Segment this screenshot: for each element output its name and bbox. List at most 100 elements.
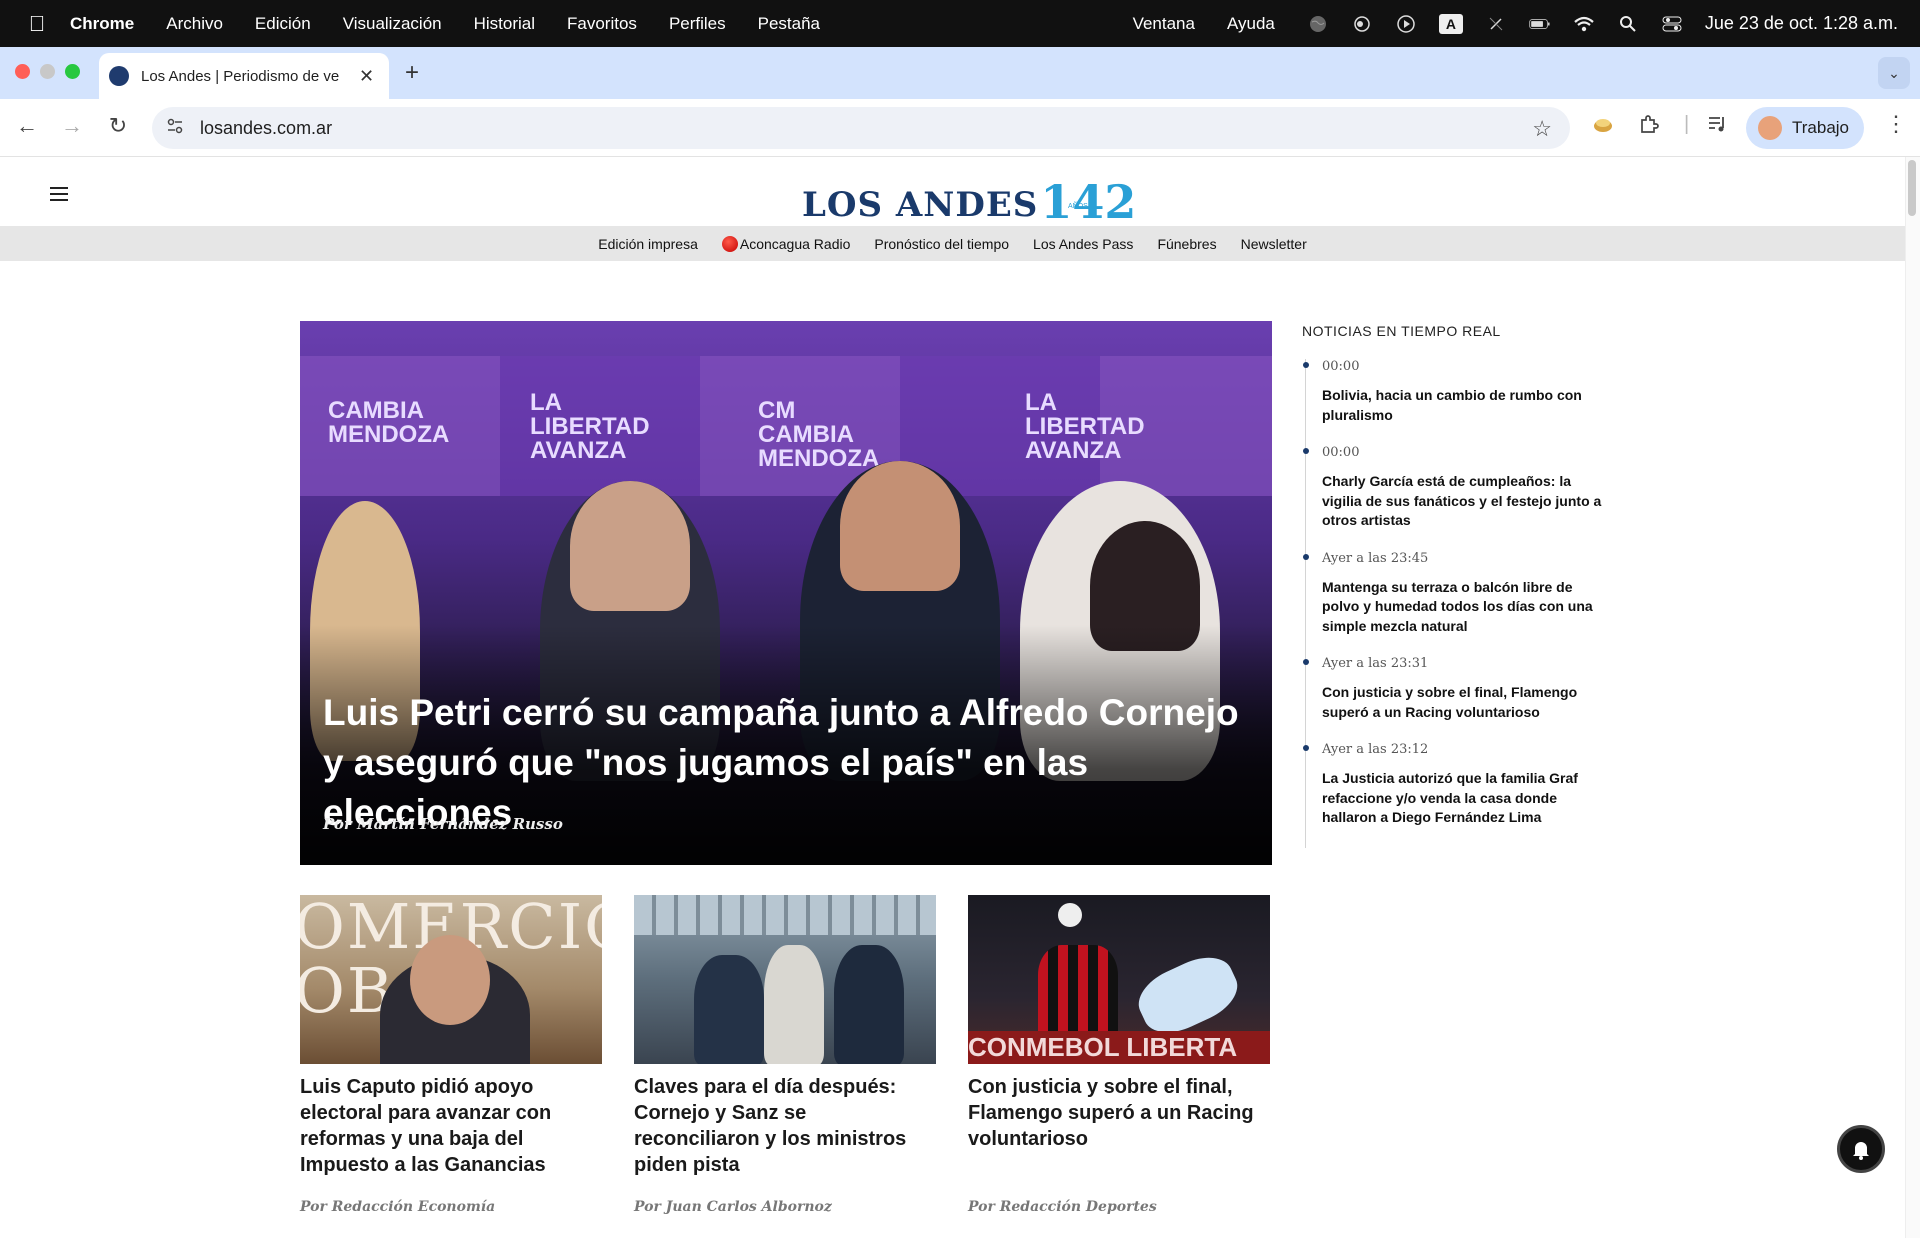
site-settings-icon[interactable] [166, 117, 184, 140]
photo-figure [764, 945, 824, 1064]
menubar-clock[interactable]: Jue 23 de oct. 1:28 a.m. [1705, 13, 1898, 34]
logo-number: 142 [1040, 175, 1137, 229]
photo-figure [834, 945, 904, 1064]
realtime-time: Ayer a las 23:12 [1322, 742, 1429, 757]
logo-anos: AÑOS [1068, 203, 1088, 210]
site-logo[interactable]: LOS ANDES 142 AÑOS [802, 169, 1136, 225]
profile-chip[interactable]: Trabajo [1746, 107, 1864, 149]
article-card[interactable]: OMERCIO OBA Luis Caputo pidió apoyo elec… [300, 895, 602, 1225]
spotlight-icon[interactable] [1617, 13, 1639, 35]
nav-pronostico[interactable]: Pronóstico del tiempo [874, 236, 1009, 252]
live-dot-icon [721, 235, 738, 252]
screen-record-icon[interactable] [1351, 13, 1373, 35]
menu-perfiles[interactable]: Perfiles [669, 14, 726, 34]
realtime-item[interactable]: Ayer a las 23:45 Mantenga su terraza o b… [1303, 550, 1605, 657]
address-bar[interactable]: losandes.com.ar ☆ [152, 107, 1570, 149]
photo-figure [570, 481, 690, 611]
nav-los-andes-pass[interactable]: Los Andes Pass [1033, 236, 1133, 252]
globe-icon[interactable] [1307, 13, 1329, 35]
control-center-icon[interactable] [1661, 13, 1683, 35]
realtime-headline[interactable]: La Justicia autorizó que la familia Graf… [1322, 769, 1605, 848]
article-title[interactable]: Claves para el día después: Cornejo y Sa… [634, 1074, 936, 1178]
sidebar-title: NOTICIAS EN TIEMPO REAL [1302, 323, 1501, 339]
forward-arrow-icon[interactable]: → [57, 113, 87, 139]
realtime-time: 00:00 [1322, 445, 1360, 460]
window-close-button[interactable] [15, 64, 30, 79]
tab-title: Los Andes | Periodismo de ve [141, 67, 340, 85]
realtime-item[interactable]: 00:00 Bolivia, hacia un cambio de rumbo … [1303, 359, 1605, 445]
macos-menubar:  Chrome Archivo Edición Visualización H… [0, 0, 1920, 47]
menu-archivo[interactable]: Archivo [166, 14, 223, 34]
article-thumbnail[interactable]: CONMEBOL LIBERTA [968, 895, 1270, 1064]
photo-figure [1130, 946, 1246, 1044]
window-zoom-button[interactable] [65, 64, 80, 79]
realtime-list: 00:00 Bolivia, hacia un cambio de rumbo … [1303, 359, 1605, 848]
menu-edicion[interactable]: Edición [255, 14, 311, 34]
article-card[interactable]: Claves para el día después: Cornejo y Sa… [634, 895, 936, 1225]
secondary-nav: Edición impresa Aconcagua Radio Pronósti… [0, 226, 1905, 261]
timeline-dot [1303, 362, 1309, 368]
menu-app-name[interactable]: Chrome [70, 14, 134, 34]
nav-edicion-impresa[interactable]: Edición impresa [598, 236, 698, 252]
nav-aconcagua-radio-label: Aconcagua Radio [739, 235, 851, 252]
article-byline[interactable]: Por Redacción Deportes [968, 1199, 1157, 1215]
menu-historial[interactable]: Historial [474, 14, 535, 34]
article-thumbnail[interactable]: OMERCIO OBA [300, 895, 602, 1064]
menu-ventana[interactable]: Ventana [1133, 14, 1195, 34]
realtime-item[interactable]: Ayer a las 23:12 La Justicia autorizó qu… [1303, 742, 1605, 848]
profile-avatar [1758, 116, 1782, 140]
menu-ayuda[interactable]: Ayuda [1227, 14, 1275, 34]
nav-funebres[interactable]: Fúnebres [1157, 236, 1216, 252]
realtime-item[interactable]: 00:00 Charly García está de cumpleaños: … [1303, 445, 1605, 551]
realtime-headline[interactable]: Bolivia, hacia un cambio de rumbo con pl… [1322, 386, 1605, 445]
play-circle-icon[interactable] [1395, 13, 1417, 35]
realtime-headline[interactable]: Charly García está de cumpleaños: la vig… [1322, 472, 1605, 551]
pen-slash-icon[interactable] [1485, 13, 1507, 35]
realtime-item[interactable]: Ayer a las 23:31 Con justicia y sobre el… [1303, 656, 1605, 742]
hamburger-menu-icon[interactable] [50, 187, 68, 205]
article-title[interactable]: Luis Caputo pidió apoyo electoral para a… [300, 1074, 602, 1178]
menu-visualizacion[interactable]: Visualización [343, 14, 442, 34]
site-favicon-icon [109, 66, 129, 86]
input-source-icon[interactable]: A [1438, 13, 1463, 34]
hero-article[interactable]: CAMBIA MENDOZA LA LIBERTAD AVANZA CM CAM… [300, 321, 1272, 865]
page-scrollbar-thumb[interactable] [1908, 160, 1916, 216]
article-byline[interactable]: Por Juan Carlos Albornoz [634, 1199, 832, 1215]
photo-figure [840, 461, 960, 591]
article-thumbnail[interactable] [634, 895, 936, 1064]
reload-icon[interactable]: ↻ [103, 113, 133, 139]
article-title[interactable]: Con justicia y sobre el final, Flamengo … [968, 1074, 1270, 1152]
tab-close-icon[interactable]: ✕ [359, 66, 374, 87]
wifi-icon[interactable] [1573, 13, 1595, 35]
photo-figure [410, 935, 490, 1025]
toolbar-divider: | [1684, 113, 1690, 135]
address-url[interactable]: losandes.com.ar [200, 118, 332, 139]
browser-tab-active[interactable]: Los Andes | Periodismo de ve ✕ [99, 53, 389, 99]
tab-search-chevron-icon[interactable]: ⌄ [1878, 57, 1910, 89]
nav-aconcagua-radio[interactable]: Aconcagua Radio [721, 235, 851, 252]
article-byline[interactable]: Por Redacción Economía [300, 1199, 495, 1215]
notifications-bell-icon[interactable] [1837, 1125, 1885, 1173]
menu-favoritos[interactable]: Favoritos [567, 14, 637, 34]
article-card[interactable]: CONMEBOL LIBERTA Con justicia y sobre el… [968, 895, 1270, 1225]
web-page: LOS ANDES 142 AÑOS Edición impresa Aconc… [0, 157, 1905, 1238]
media-queue-icon[interactable] [1706, 113, 1728, 141]
page-scrollbar[interactable] [1905, 157, 1920, 1238]
extensions-puzzle-icon[interactable] [1638, 113, 1660, 141]
window-minimize-button[interactable] [40, 64, 55, 79]
back-arrow-icon[interactable]: ← [12, 113, 42, 139]
logo-text: LOS ANDES [802, 185, 1039, 225]
realtime-headline[interactable]: Con justicia y sobre el final, Flamengo … [1322, 683, 1605, 742]
nav-newsletter[interactable]: Newsletter [1241, 236, 1307, 252]
new-tab-button[interactable]: + [405, 59, 419, 87]
profile-label: Trabajo [1792, 118, 1850, 137]
bookmark-star-icon[interactable]: ☆ [1532, 116, 1552, 142]
apple-icon[interactable]:  [22, 11, 52, 37]
battery-icon[interactable] [1529, 13, 1551, 35]
chrome-menu-icon[interactable]: ⋮ [1885, 111, 1907, 137]
extension-cookie-icon[interactable] [1592, 113, 1614, 141]
menu-pestana[interactable]: Pestaña [758, 14, 820, 34]
hero-byline[interactable]: Por Martín Fernández Russo [323, 815, 563, 833]
timeline-dot [1303, 659, 1309, 665]
realtime-headline[interactable]: Mantenga su terraza o balcón libre de po… [1322, 578, 1605, 657]
